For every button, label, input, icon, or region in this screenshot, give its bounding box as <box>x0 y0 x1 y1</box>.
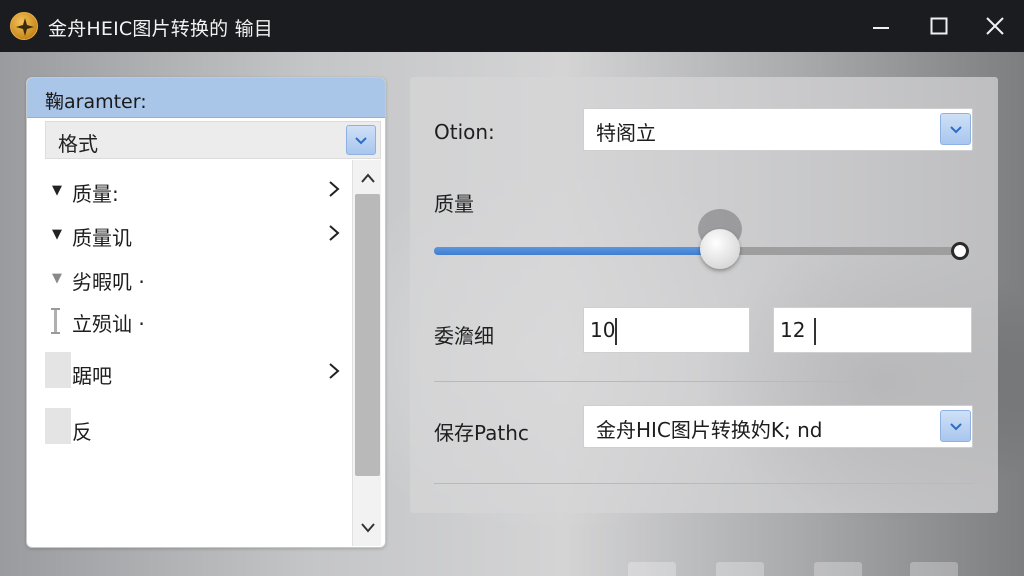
option-label: Otion: <box>434 120 495 144</box>
tree-item-label: 质量讥 <box>72 226 132 250</box>
tree-item-4[interactable]: 立殒讪 · <box>27 300 357 340</box>
maximize-button[interactable] <box>910 0 968 52</box>
width-input[interactable]: 10 <box>583 307 750 353</box>
format-label: 格式 <box>58 132 98 156</box>
background-tile <box>716 562 764 576</box>
quality-slider-thumb[interactable] <box>700 229 741 269</box>
expand-triangle-icon[interactable]: ▼ <box>52 271 62 286</box>
text-caret <box>814 318 816 345</box>
close-icon <box>986 17 1004 35</box>
save-path-label: 保存Pathc <box>434 421 529 445</box>
title-bar: 金舟HEIC图片转换的 输目 <box>0 0 1024 52</box>
parameter-panel: 鞠aramter: 格式 ▼ 质量: ▼ 质量讥 ▼ 劣暇叽 · 立殒讪 · 踞… <box>26 77 386 548</box>
quality-label: 质量 <box>434 192 474 216</box>
tree-item-quality-2[interactable]: ▼ 质量讥 <box>27 214 357 254</box>
tree-item-3[interactable]: ▼ 劣暇叽 · <box>27 258 357 298</box>
tree-item-label: 立殒讪 · <box>72 312 145 336</box>
item-thumbnail <box>45 408 71 444</box>
text-cursor-icon <box>51 308 60 334</box>
scroll-down-button[interactable] <box>353 514 382 542</box>
quality-slider-track[interactable] <box>434 247 959 255</box>
chevron-down-icon <box>360 523 375 533</box>
save-path-dropdown-button[interactable] <box>940 410 971 442</box>
divider <box>434 483 974 484</box>
item-thumbnail <box>45 352 71 388</box>
height-value: 12 <box>780 318 806 342</box>
width-value: 10 <box>590 318 616 342</box>
app-logo-icon <box>10 12 38 40</box>
option-dropdown[interactable]: 特阁立 <box>583 108 973 151</box>
chevron-right-icon[interactable] <box>327 179 341 199</box>
background-tile <box>910 562 958 576</box>
option-value: 特阁立 <box>596 121 656 145</box>
chevron-down-icon <box>949 126 962 134</box>
scroll-thumb[interactable] <box>355 194 380 476</box>
scroll-up-button[interactable] <box>353 164 382 192</box>
tree-item-label: 反 <box>72 420 92 444</box>
minimize-button[interactable] <box>852 0 910 52</box>
tree-item-quality[interactable]: ▼ 质量: <box>27 170 357 210</box>
chevron-right-icon[interactable] <box>327 361 341 381</box>
tree-item-label: 踞吧 <box>72 364 112 388</box>
minimize-icon <box>873 27 889 29</box>
chevron-down-icon <box>949 423 962 431</box>
parameter-header: 鞠aramter: <box>27 78 385 118</box>
size-label: 委澹细 <box>434 324 494 348</box>
save-path-dropdown[interactable]: 金舟HIC图片转换妁K; nd <box>583 405 973 448</box>
tree-item-5[interactable]: 踞吧 <box>27 352 357 392</box>
background-tile <box>814 562 862 576</box>
window-title: 金舟HEIC图片转换的 输目 <box>48 18 274 40</box>
height-input[interactable]: 12 <box>773 307 972 353</box>
option-dropdown-button[interactable] <box>940 113 971 145</box>
vertical-scrollbar[interactable] <box>352 160 381 546</box>
chevron-right-icon[interactable] <box>327 223 341 243</box>
format-dropdown[interactable]: 格式 <box>45 121 381 159</box>
maximize-icon <box>930 17 948 35</box>
slider-end-marker <box>951 242 969 260</box>
expand-triangle-icon[interactable]: ▼ <box>52 183 62 198</box>
tree-item-6[interactable]: 反 <box>27 408 357 448</box>
tree-item-label: 劣暇叽 · <box>72 270 145 294</box>
chevron-up-icon <box>360 173 375 183</box>
format-dropdown-button[interactable] <box>346 125 376 155</box>
settings-panel: Otion: 特阁立 质量 委澹细 10 12 保存Pathc 金舟HIC图片转… <box>410 77 998 513</box>
background-tile <box>628 562 676 576</box>
expand-triangle-icon[interactable]: ▼ <box>52 227 62 242</box>
close-button[interactable] <box>966 0 1024 52</box>
save-path-value: 金舟HIC图片转换妁K; nd <box>596 418 823 442</box>
divider <box>434 381 974 382</box>
chevron-down-icon <box>355 137 367 145</box>
quality-slider-fill <box>434 247 721 255</box>
text-caret <box>615 318 617 345</box>
tree-item-label: 质量: <box>72 182 119 206</box>
